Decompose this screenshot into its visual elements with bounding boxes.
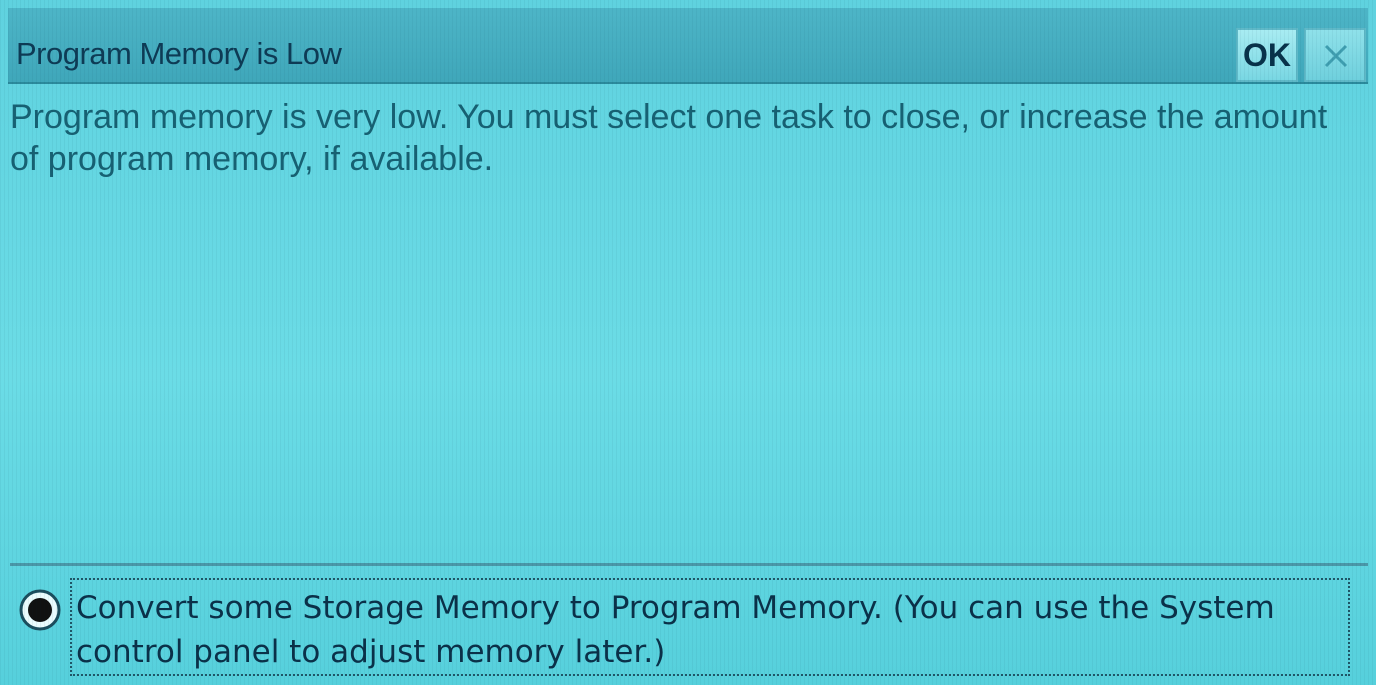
option-label[interactable]: Convert some Storage Memory to Program M… — [70, 578, 1350, 676]
ok-button[interactable]: OK — [1236, 28, 1298, 82]
option-convert-storage-memory[interactable]: Convert some Storage Memory to Program M… — [18, 578, 1356, 680]
divider — [10, 563, 1368, 566]
title-bar: Program Memory is Low OK — [8, 8, 1368, 84]
close-icon — [1324, 44, 1348, 68]
dialog-title: Program Memory is Low — [16, 36, 342, 71]
close-button[interactable] — [1304, 28, 1366, 82]
dialog-message: Program memory is very low. You must sel… — [10, 98, 1328, 178]
radio-button-selected-icon[interactable] — [18, 588, 62, 632]
low-memory-dialog: Program Memory is Low OK Program memory … — [0, 0, 1376, 685]
